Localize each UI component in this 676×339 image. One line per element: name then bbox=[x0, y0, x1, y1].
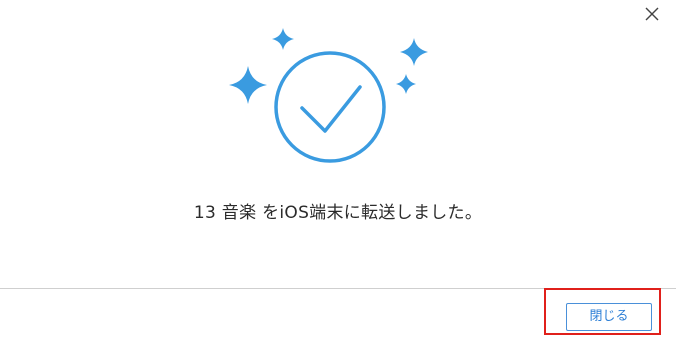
sparkle-icon bbox=[400, 38, 428, 66]
sparkle-icon bbox=[229, 66, 267, 104]
check-circle-icon bbox=[274, 51, 386, 163]
checkmark-icon bbox=[300, 85, 362, 133]
sparkle-icon bbox=[272, 28, 294, 50]
transfer-message: 13 音楽 をiOS端末に転送しました。 bbox=[193, 203, 483, 223]
sparkle-icon bbox=[396, 74, 416, 94]
close-button[interactable]: 閉じる bbox=[566, 303, 652, 331]
transfer-complete-dialog: 13 音楽 をiOS端末に転送しました。 閉じる bbox=[0, 0, 676, 339]
success-illustration bbox=[229, 28, 428, 163]
